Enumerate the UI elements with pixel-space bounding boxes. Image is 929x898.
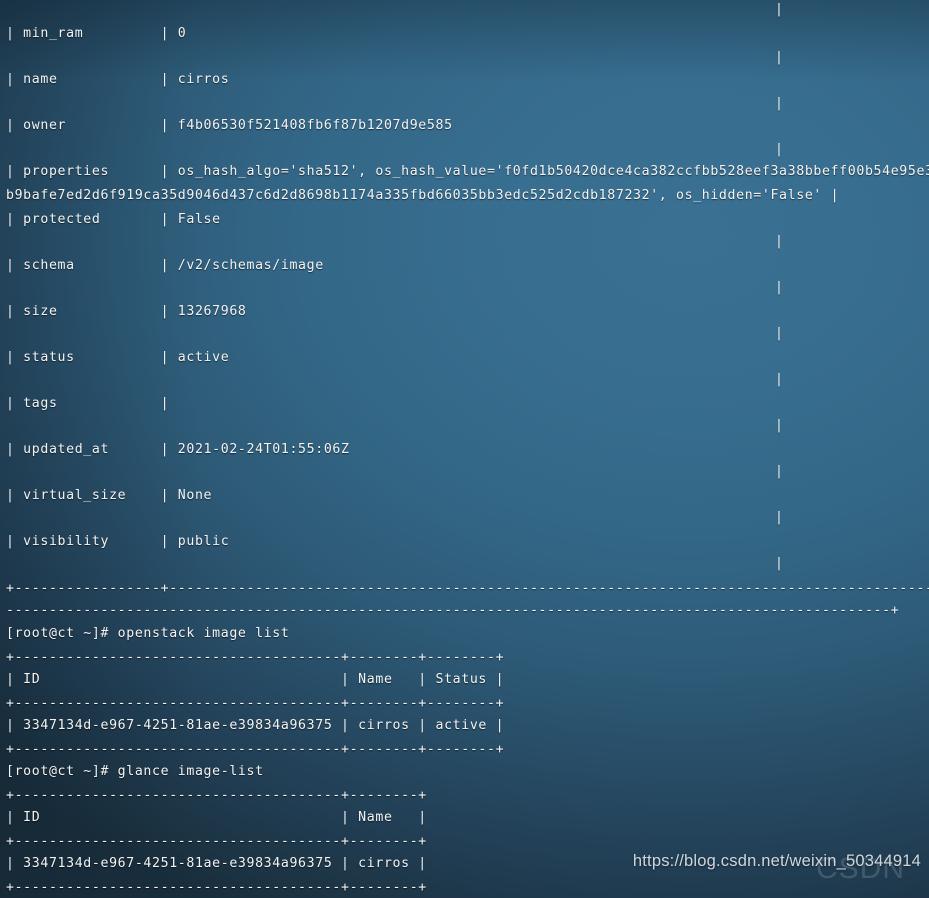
- openstack-table-bottom-rule: +--------------------------------------+…: [6, 742, 505, 757]
- table-row: | status | active: [6, 350, 230, 365]
- table-row: | tags |: [6, 396, 170, 411]
- table-row: | name | cirros: [6, 72, 230, 87]
- table-row: | schema | /v2/schemas/image: [6, 258, 324, 273]
- glance-table-top-rule: +--------------------------------------+…: [6, 788, 427, 803]
- table-row: | visibility | public: [6, 534, 230, 549]
- table-right-border: |: [775, 556, 784, 571]
- table-right-border: |: [775, 50, 784, 65]
- table-right-border: |: [775, 280, 784, 295]
- command-openstack-image-list[interactable]: [root@ct ~]# openstack image list: [6, 624, 289, 644]
- table-right-border: |: [775, 372, 784, 387]
- command-glance-image-list[interactable]: [root@ct ~]# glance image-list: [6, 762, 264, 782]
- glance-table-bottom-rule: +--------------------------------------+…: [6, 880, 427, 895]
- table-row: | protected | False: [6, 212, 221, 227]
- table-right-border: |: [775, 2, 784, 17]
- table-right-border: |: [775, 464, 784, 479]
- table-right-border: |: [775, 326, 784, 341]
- terminal-window[interactable]: | min_ram | 0 | name | cirros | owner | …: [0, 0, 929, 898]
- openstack-table-header: | ID | Name | Status |: [6, 672, 505, 687]
- table-row-continuation: b9bafe7ed2d6f919ca35d9046d437c6d2d8698b1…: [6, 188, 840, 203]
- table-right-border: |: [775, 510, 784, 525]
- table-right-border: |: [775, 418, 784, 433]
- blog-url-watermark: https://blog.csdn.net/weixin_50344914: [632, 852, 921, 870]
- table-row: | updated_at | 2021-02-24T01:55:06Z: [6, 442, 350, 457]
- table-bottom-rule-part2: ----------------------------------------…: [6, 603, 900, 618]
- glance-table-mid-rule: +--------------------------------------+…: [6, 834, 427, 849]
- glance-table-row: | 3347134d-e967-4251-81ae-e39834a96375 |…: [6, 856, 427, 871]
- table-row: | size | 13267968: [6, 304, 247, 319]
- table-row: | properties | os_hash_algo='sha512', os…: [6, 164, 929, 179]
- openstack-table-mid-rule: +--------------------------------------+…: [6, 696, 505, 711]
- table-right-border: |: [775, 96, 784, 111]
- table-row: | min_ram | 0: [6, 26, 187, 41]
- table-right-border: |: [775, 234, 784, 249]
- openstack-table-top-rule: +--------------------------------------+…: [6, 650, 505, 665]
- table-bottom-rule-part1: +-----------------+---------------------…: [6, 581, 929, 596]
- openstack-table-row: | 3347134d-e967-4251-81ae-e39834a96375 |…: [6, 718, 505, 733]
- glance-table-header: | ID | Name |: [6, 810, 427, 825]
- table-right-border: |: [775, 142, 784, 157]
- table-row: | owner | f4b06530f521408fb6f87b1207d9e5…: [6, 118, 453, 133]
- table-row: | virtual_size | None: [6, 488, 213, 503]
